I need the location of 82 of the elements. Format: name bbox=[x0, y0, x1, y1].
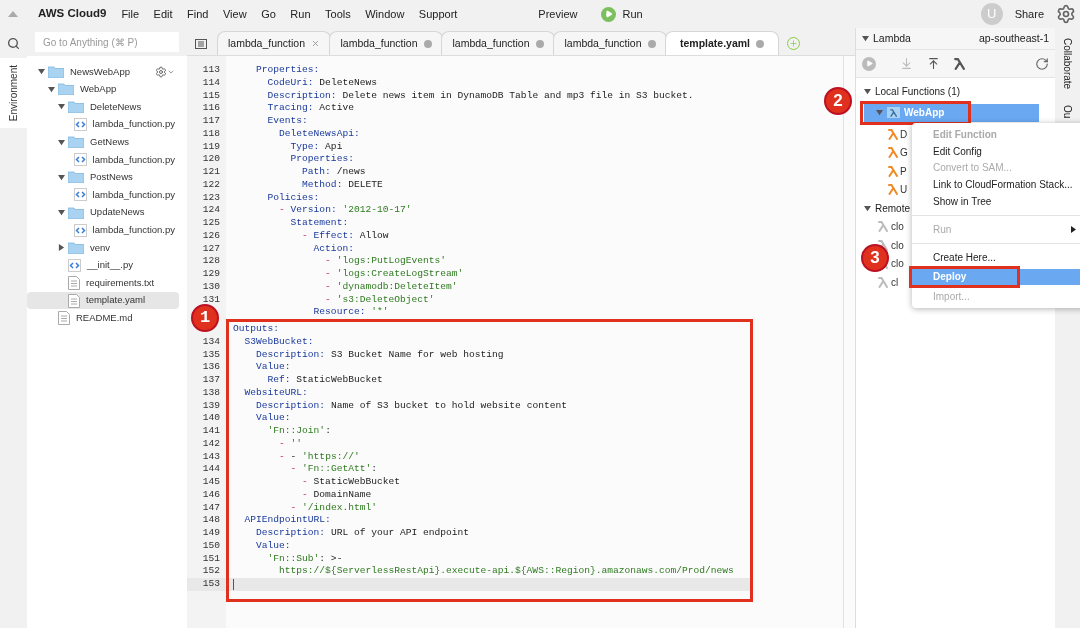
line-number: 123 bbox=[202, 190, 220, 205]
code-line: Value: bbox=[255, 538, 291, 553]
code-line: - Effect: Allow bbox=[301, 228, 389, 243]
line-number: 153 bbox=[202, 577, 220, 592]
code-line: Value: bbox=[255, 411, 291, 426]
line-number: 120 bbox=[202, 152, 220, 167]
code-line: Properties: bbox=[255, 63, 320, 78]
line-number: 146 bbox=[202, 487, 220, 502]
code-line: APIEndpointURL: bbox=[243, 513, 331, 528]
code-line: Type: Api bbox=[289, 139, 343, 154]
code-line: Value: bbox=[255, 360, 291, 375]
line-number: 125 bbox=[202, 216, 220, 231]
line-number: 144 bbox=[202, 462, 220, 477]
line-number: 135 bbox=[202, 347, 220, 362]
code-line: Resource: '*' bbox=[312, 305, 389, 320]
app-title: AWS Cloud9 bbox=[38, 6, 107, 22]
line-number: 124 bbox=[202, 203, 220, 218]
line-number: 129 bbox=[202, 267, 220, 282]
line-number: 119 bbox=[202, 139, 220, 154]
line-number: 131 bbox=[202, 292, 220, 307]
code-line: Description: Delete news item in DynamoDB Table and mp3 file in S3 bucket. bbox=[266, 88, 694, 103]
line-number: 122 bbox=[202, 177, 220, 192]
line-number: 147 bbox=[202, 500, 220, 515]
line-number: 128 bbox=[202, 254, 220, 269]
line-number: 140 bbox=[202, 411, 220, 426]
code-line: Tracing: Active bbox=[266, 101, 354, 116]
line-number: 118 bbox=[202, 126, 220, 141]
line-number: 149 bbox=[202, 526, 220, 541]
code-line: https://${ServerlessRestApi}.execute-api.${AWS::Region}.amazonaws.com/Prod/news bbox=[278, 564, 734, 579]
code-line: Path: /news bbox=[301, 165, 366, 180]
code-line: - '' bbox=[278, 436, 303, 451]
line-number: 116 bbox=[202, 101, 220, 116]
code-line: Properties: bbox=[289, 152, 354, 167]
code-line: - '/index.html' bbox=[289, 500, 377, 515]
line-number: 141 bbox=[202, 424, 220, 439]
line-number: 115 bbox=[202, 88, 220, 103]
code-line: Description: S3 Bucket Name for web hosting bbox=[255, 347, 504, 362]
code-line: Description: URL of your API endpoint bbox=[255, 526, 470, 541]
code-line: Description: Name of S3 bucket to hold website content bbox=[255, 398, 567, 413]
line-number: 139 bbox=[202, 398, 220, 413]
line-number: 145 bbox=[202, 475, 220, 490]
line-number: 126 bbox=[202, 228, 220, 243]
code-line: - 'logs:PutLogEvents' bbox=[324, 254, 447, 269]
code-line: Ref: StaticWebBucket bbox=[266, 373, 383, 388]
code-line: - 'dynamodb:DeleteItem' bbox=[324, 279, 458, 294]
line-number: 117 bbox=[202, 114, 220, 129]
line-number: 150 bbox=[202, 538, 220, 553]
line-number: 127 bbox=[202, 241, 220, 256]
code-line: DeleteNewsApi: bbox=[278, 126, 360, 141]
code-line: Outputs: bbox=[233, 322, 280, 337]
code-line: 'Fn::Sub': >- bbox=[266, 551, 343, 566]
code-line: Policies: bbox=[266, 190, 320, 205]
code-line: - DomainName bbox=[301, 487, 372, 502]
code-line: - 'Fn::GetAtt': bbox=[289, 462, 377, 477]
code-line: 'Fn::Join': bbox=[266, 424, 331, 439]
line-number: 152 bbox=[202, 564, 220, 579]
line-number: 130 bbox=[202, 279, 220, 294]
code-line: CodeUri: DeleteNews bbox=[266, 75, 377, 90]
code-line: - StaticWebBucket bbox=[301, 475, 400, 490]
line-number: 138 bbox=[202, 385, 220, 400]
code-line: S3WebBucket: bbox=[243, 334, 314, 349]
code-line: - Version: '2012-10-17' bbox=[278, 203, 412, 218]
line-number: 142 bbox=[202, 436, 220, 451]
line-number: 114 bbox=[202, 75, 220, 90]
line-number: 143 bbox=[202, 449, 220, 464]
code-line: - 's3:DeleteObject' bbox=[324, 292, 435, 307]
code-line: - - 'https://' bbox=[278, 449, 360, 464]
line-number: 136 bbox=[202, 360, 220, 375]
line-number: 151 bbox=[202, 551, 220, 566]
code-line: Events: bbox=[266, 114, 308, 129]
line-number: 134 bbox=[202, 334, 220, 349]
line-number: 121 bbox=[202, 165, 220, 180]
code-line: Method: DELETE bbox=[301, 177, 383, 192]
line-number: 148 bbox=[202, 513, 220, 528]
code-line: - 'logs:CreateLogStream' bbox=[324, 267, 464, 282]
code-line: WebsiteURL: bbox=[243, 385, 308, 400]
line-number: 113 bbox=[202, 63, 220, 78]
line-number: 137 bbox=[202, 373, 220, 388]
code-line: Action: bbox=[312, 241, 354, 256]
code-line: Statement: bbox=[289, 216, 349, 231]
panel-title: Lambda bbox=[873, 30, 911, 46]
region-label: ap-southeast-1 bbox=[978, 30, 1049, 46]
